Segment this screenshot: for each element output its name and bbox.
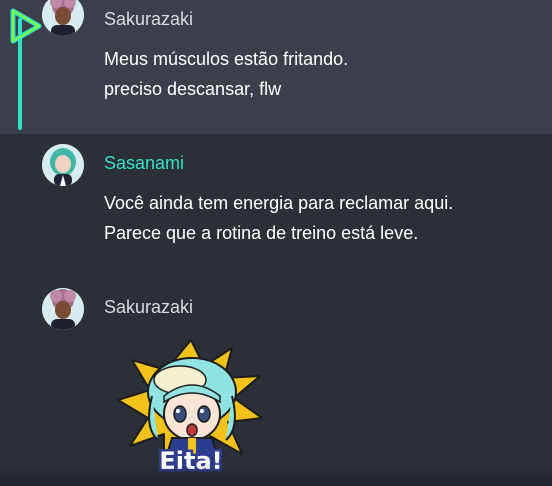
avatar-sakurazaki[interactable] [42, 288, 84, 330]
message-line: preciso descansar, flw [104, 79, 282, 99]
message-line: Parece que a rotina de treino está leve. [104, 223, 419, 243]
play-arrow-icon [10, 8, 42, 44]
message-author: Sakurazaki [104, 297, 194, 317]
message-author: Sasanami [104, 153, 185, 173]
bottom-fade [0, 466, 552, 486]
message-line: Você ainda tem energia para reclamar aqu… [104, 193, 454, 213]
chat-log: Sakurazaki Meus músculos estão fritando.… [0, 0, 552, 486]
sticker-surprised-character[interactable]: Eita! [114, 336, 268, 476]
avatar-sasanami[interactable] [42, 144, 84, 186]
message-author: Sakurazaki [104, 9, 194, 29]
message-line: Meus músculos estão fritando. [104, 49, 349, 69]
